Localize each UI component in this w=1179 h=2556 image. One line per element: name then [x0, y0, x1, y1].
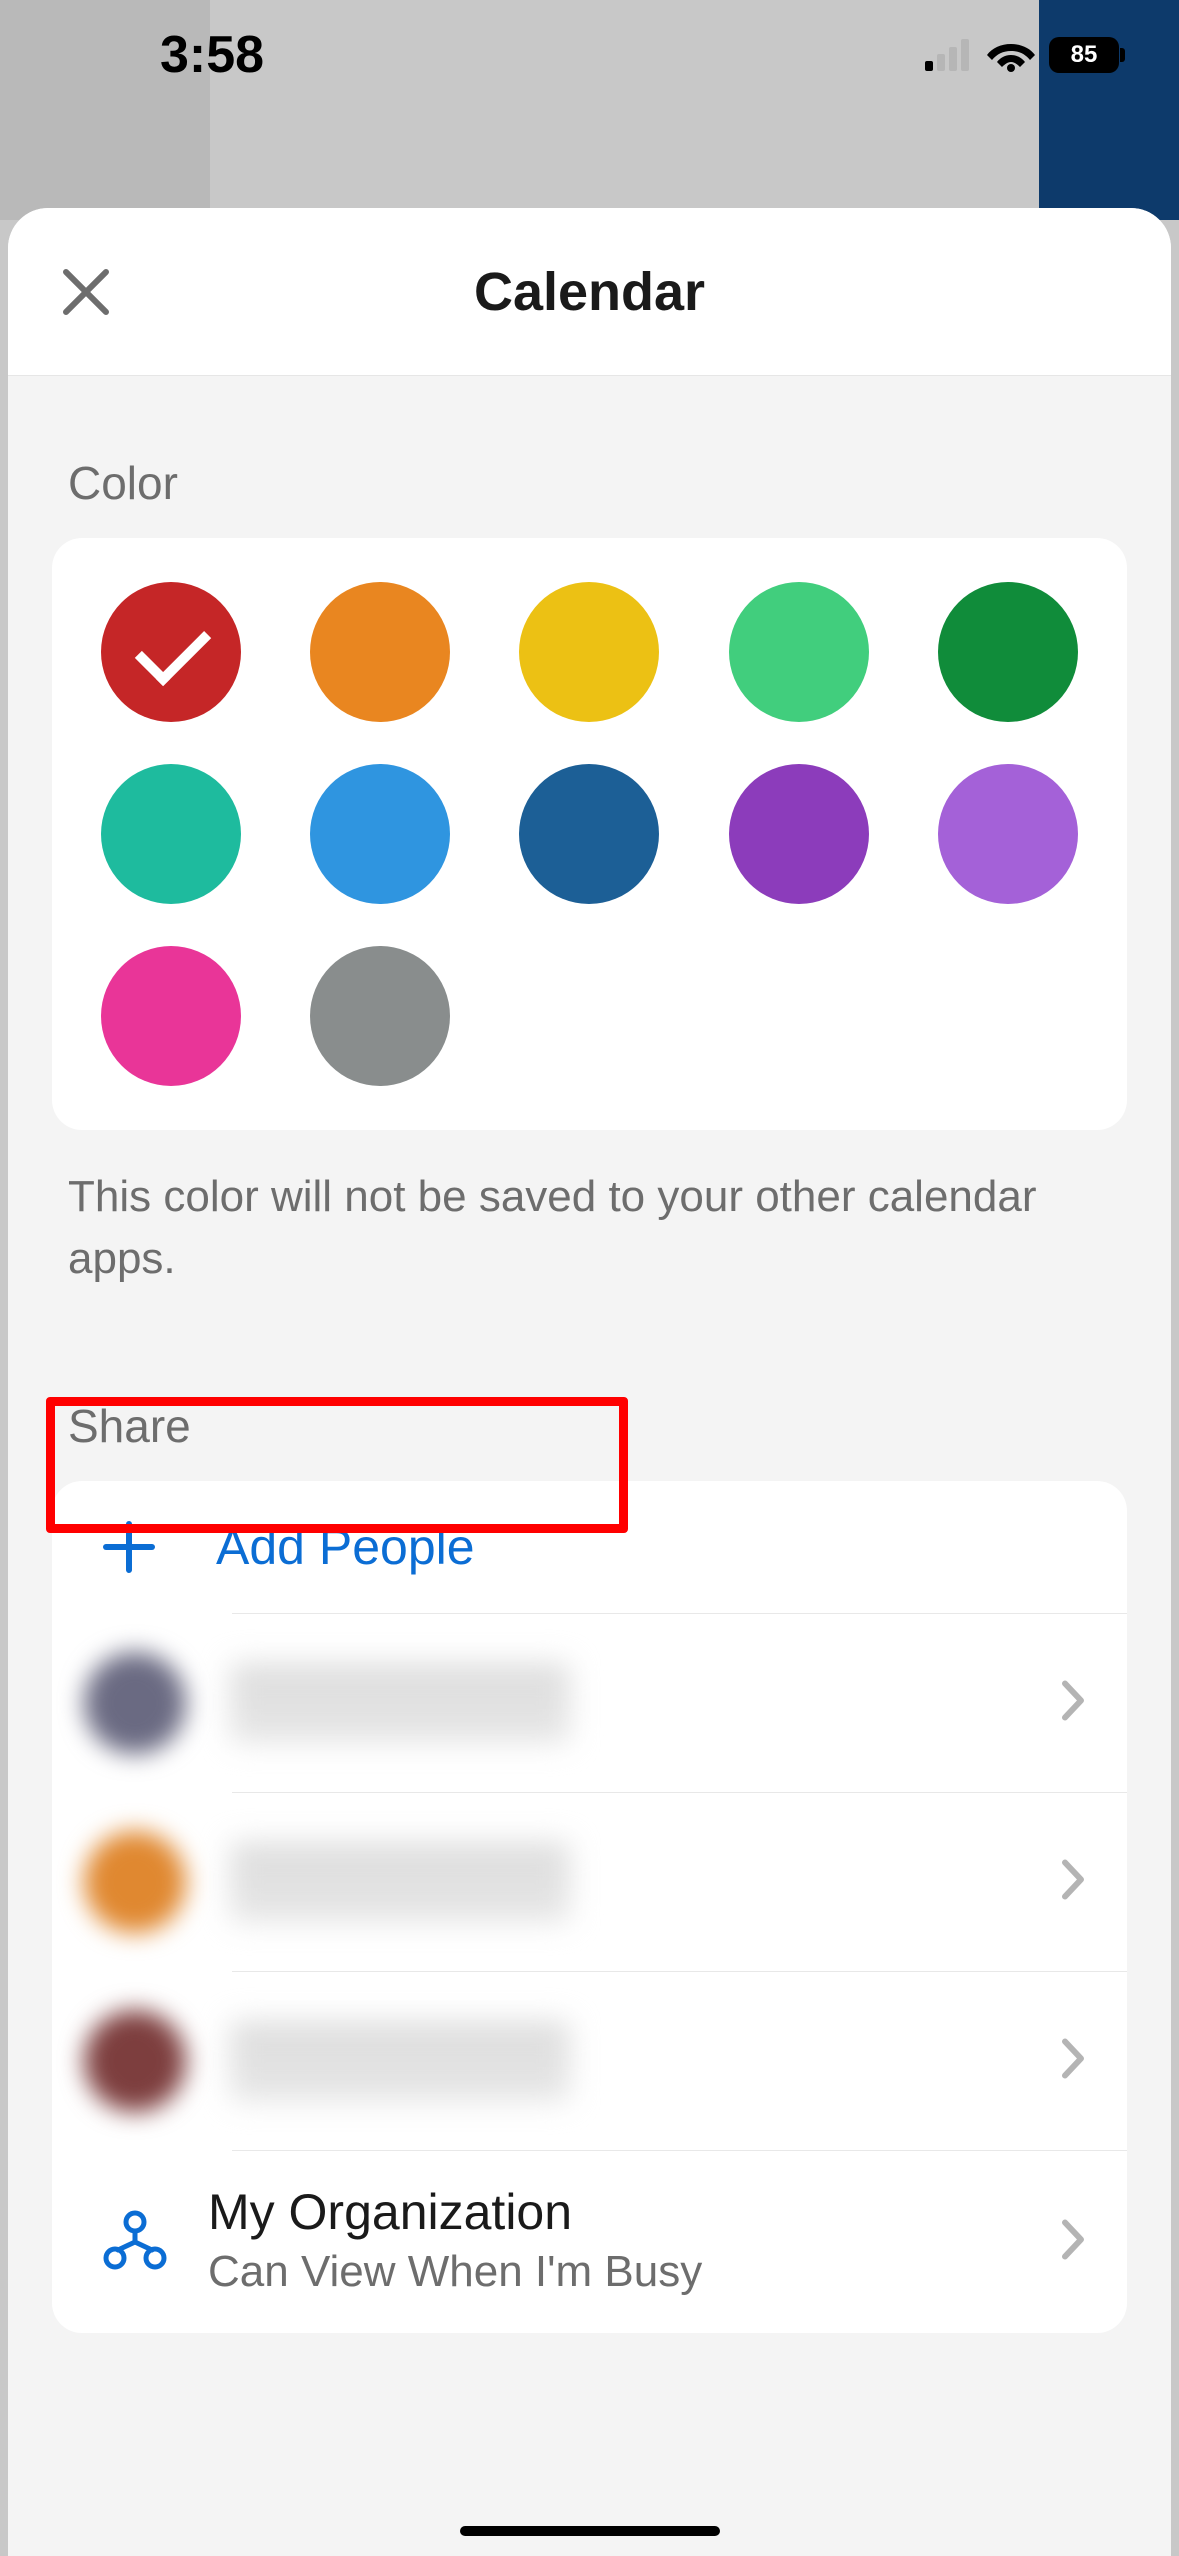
avatar — [84, 1652, 186, 1754]
close-button[interactable] — [56, 262, 116, 322]
color-grid — [52, 538, 1127, 1130]
plus-icon — [100, 1518, 158, 1576]
chevron-right-icon — [1061, 1680, 1087, 1727]
person-name-redacted — [230, 2021, 570, 2101]
add-people-button[interactable]: Add People — [52, 1481, 1127, 1613]
color-section-label: Color — [8, 376, 1171, 538]
color-swatch-purple[interactable] — [729, 764, 869, 904]
org-row[interactable]: My Organization Can View When I'm Busy — [52, 2151, 1127, 2333]
color-swatch-orange[interactable] — [310, 582, 450, 722]
shared-person-row[interactable] — [52, 1614, 1127, 1792]
person-name-redacted — [230, 1663, 570, 1743]
status-bar: 3:58 85 — [0, 0, 1179, 110]
battery-level: 85 — [1071, 41, 1098, 69]
person-name-redacted — [230, 1842, 570, 1922]
share-card: Add People My Organization — [52, 1481, 1127, 2333]
shared-person-row[interactable] — [52, 1793, 1127, 1971]
avatar — [84, 2010, 186, 2112]
wifi-icon — [987, 38, 1035, 72]
color-swatch-teal[interactable] — [101, 764, 241, 904]
share-section-label: Share — [8, 1289, 1171, 1481]
cellular-icon — [925, 39, 973, 71]
sheet-header: Calendar — [8, 208, 1171, 376]
color-swatch-red[interactable] — [101, 582, 241, 722]
color-swatch-light-blue[interactable] — [310, 764, 450, 904]
color-swatch-pink[interactable] — [101, 946, 241, 1086]
status-time: 3:58 — [160, 25, 264, 85]
shared-person-row[interactable] — [52, 1972, 1127, 2150]
color-swatch-light-green[interactable] — [729, 582, 869, 722]
home-indicator[interactable] — [460, 2526, 720, 2536]
status-icons: 85 — [925, 37, 1119, 73]
org-icon — [99, 2204, 171, 2276]
chevron-right-icon — [1061, 2038, 1087, 2085]
org-subtitle: Can View When I'm Busy — [208, 2247, 1087, 2297]
color-swatch-gray[interactable] — [310, 946, 450, 1086]
avatar — [84, 1831, 186, 1933]
color-section-footer: This color will not be saved to your oth… — [8, 1130, 1171, 1289]
color-card — [52, 538, 1127, 1130]
close-icon — [60, 266, 112, 318]
color-swatch-dark-blue[interactable] — [519, 764, 659, 904]
settings-sheet: Calendar Color This color will not be sa… — [8, 208, 1171, 2556]
battery-icon: 85 — [1049, 37, 1119, 73]
color-swatch-light-purple[interactable] — [938, 764, 1078, 904]
color-swatch-dark-green[interactable] — [938, 582, 1078, 722]
chevron-right-icon — [1061, 1859, 1087, 1906]
chevron-right-icon — [1061, 2219, 1087, 2266]
color-swatch-yellow[interactable] — [519, 582, 659, 722]
org-title: My Organization — [208, 2183, 1087, 2241]
sheet-title: Calendar — [8, 261, 1171, 323]
add-people-label: Add People — [216, 1518, 475, 1576]
